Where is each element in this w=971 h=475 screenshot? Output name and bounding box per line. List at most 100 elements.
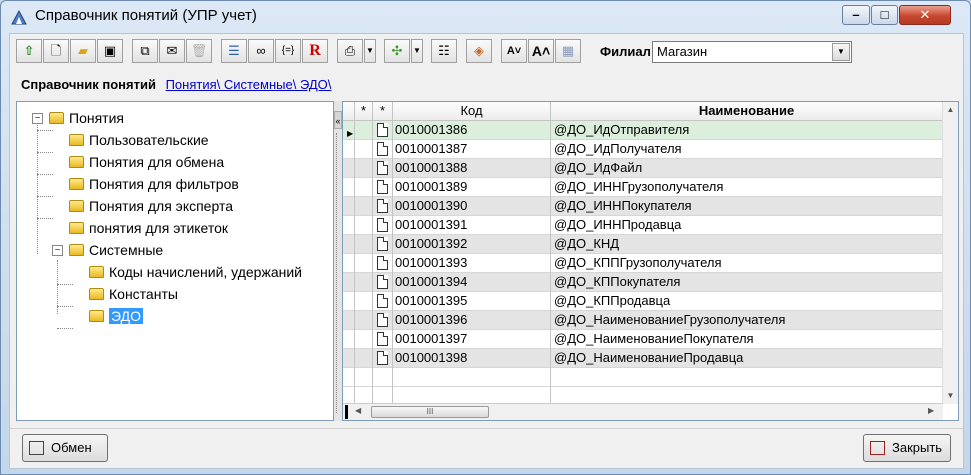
filial-select[interactable]: Магазин ▼ bbox=[652, 41, 852, 63]
table-row[interactable]: ▶ 0010001386 @ДО_ИдОтправителя bbox=[343, 121, 943, 140]
tree-item[interactable]: Понятия для эксперта bbox=[69, 196, 233, 216]
tree-item[interactable]: Пользовательские bbox=[69, 130, 209, 150]
panel-splitter[interactable]: « bbox=[334, 101, 342, 421]
table-row[interactable]: 0010001398 @ДО_НаименованиеПродавца bbox=[343, 349, 943, 368]
cell-star2 bbox=[373, 311, 393, 330]
table-row[interactable]: 0010001397 @ДО_НаименованиеПокупателя bbox=[343, 330, 943, 349]
columns-icon: ☷ bbox=[438, 43, 450, 58]
cell-code[interactable]: 0010001387 bbox=[393, 140, 551, 159]
cell-code[interactable]: 0010001388 bbox=[393, 159, 551, 178]
column-header-code[interactable]: Код bbox=[393, 102, 551, 121]
table-row[interactable]: 0010001387 @ДО_ИдПолучателя bbox=[343, 140, 943, 159]
table-row[interactable]: 0010001394 @ДО_КППокупателя bbox=[343, 273, 943, 292]
cell-code[interactable]: 0010001398 bbox=[393, 349, 551, 368]
table-row[interactable]: 0010001395 @ДО_КППродавца bbox=[343, 292, 943, 311]
tree-item-root[interactable]: Понятия bbox=[49, 108, 124, 128]
tree-item[interactable]: понятия для этикеток bbox=[69, 218, 228, 238]
grid-button[interactable]: ▦ bbox=[555, 39, 581, 63]
tree-item[interactable]: Коды начислений, удержаний bbox=[89, 262, 302, 282]
cell-name[interactable]: @ДО_ИдПолучателя bbox=[551, 140, 943, 159]
plugins-button[interactable]: ✣ bbox=[384, 39, 410, 63]
cell-name[interactable]: @ДО_ИННПокупателя bbox=[551, 197, 943, 216]
print-button[interactable]: ⎙ bbox=[337, 39, 363, 63]
font-smaller-button[interactable]: A˅ bbox=[501, 39, 527, 63]
collapse-icon[interactable]: − bbox=[52, 245, 63, 256]
copy-button[interactable]: ⧉ bbox=[132, 39, 158, 63]
cell-code[interactable]: 0010001389 bbox=[393, 178, 551, 197]
print-dropdown[interactable]: ▼ bbox=[364, 39, 376, 63]
maximize-button[interactable]: □ bbox=[871, 5, 898, 25]
report-button[interactable]: R bbox=[302, 39, 328, 63]
column-header-name[interactable]: Наименование bbox=[551, 102, 943, 121]
cell-name[interactable]: @ДО_КППокупателя bbox=[551, 273, 943, 292]
table-row[interactable]: 0010001391 @ДО_ИННПродавца bbox=[343, 216, 943, 235]
cell-code[interactable]: 0010001391 bbox=[393, 216, 551, 235]
chevron-down-icon: ▼ bbox=[366, 46, 374, 55]
open-button[interactable]: ✉ bbox=[159, 39, 185, 63]
scroll-thumb[interactable]: III bbox=[371, 406, 489, 418]
tree-item[interactable]: Константы bbox=[89, 284, 178, 304]
cell-name[interactable]: @ДО_КППГрузополучателя bbox=[551, 254, 943, 273]
cell-name[interactable]: @ДО_НаименованиеГрузополучателя bbox=[551, 311, 943, 330]
cell-code[interactable]: 0010001396 bbox=[393, 311, 551, 330]
save-button[interactable]: ▣ bbox=[97, 39, 123, 63]
font-larger-button[interactable]: A˄ bbox=[528, 39, 554, 63]
cell-name[interactable]: @ДО_КППродавца bbox=[551, 292, 943, 311]
filial-dropdown-button[interactable]: ▼ bbox=[832, 43, 850, 61]
column-header-star1[interactable]: * bbox=[355, 102, 373, 121]
new-folder-button[interactable]: ▰ bbox=[70, 39, 96, 63]
columns-button[interactable]: ☷ bbox=[431, 39, 457, 63]
folder-icon bbox=[69, 200, 84, 212]
exchange-button[interactable]: Обмен bbox=[22, 434, 108, 462]
exit-icon bbox=[870, 441, 885, 455]
column-header-star2[interactable]: * bbox=[373, 102, 393, 121]
cell-name[interactable]: @ДО_НаименованиеПокупателя bbox=[551, 330, 943, 349]
scroll-up-icon[interactable]: ▲ bbox=[943, 102, 958, 117]
cell-code[interactable]: 0010001386 bbox=[393, 121, 551, 140]
brackets-button[interactable]: {=} bbox=[275, 39, 301, 63]
find-button[interactable]: ∞ bbox=[248, 39, 274, 63]
tree-item[interactable]: Понятия для фильтров bbox=[69, 174, 239, 194]
up-level-button[interactable]: ⇧ bbox=[16, 39, 42, 63]
title-bar[interactable]: Справочник понятий (УПР учет) – □ ✕ bbox=[1, 1, 970, 31]
close-button[interactable]: Закрыть bbox=[863, 434, 951, 462]
tree-item-label: понятия для этикеток bbox=[89, 220, 229, 236]
vertical-scrollbar[interactable]: ▲ ▼ bbox=[942, 102, 958, 404]
table-row[interactable]: 0010001393 @ДО_КППГрузополучателя bbox=[343, 254, 943, 273]
cell-name[interactable]: @ДО_ИННПродавца bbox=[551, 216, 943, 235]
cell-name[interactable]: @ДО_КНД bbox=[551, 235, 943, 254]
minimize-button[interactable]: – bbox=[842, 5, 870, 25]
cell-name[interactable]: @ДО_ИдОтправителя bbox=[551, 121, 943, 140]
table-row[interactable]: 0010001392 @ДО_КНД bbox=[343, 235, 943, 254]
close-window-button[interactable]: ✕ bbox=[899, 5, 951, 25]
cell-name[interactable]: @ДО_ИННГрузополучателя bbox=[551, 178, 943, 197]
cell-code[interactable]: 0010001397 bbox=[393, 330, 551, 349]
new-item-button[interactable]: 🗋 bbox=[43, 39, 69, 63]
list-view-button[interactable]: ☰ bbox=[221, 39, 247, 63]
tree-item-system[interactable]: Системные bbox=[69, 240, 163, 260]
style-button[interactable]: ◈ bbox=[466, 39, 492, 63]
plugins-dropdown[interactable]: ▼ bbox=[411, 39, 423, 63]
table-row[interactable]: 0010001389 @ДО_ИННГрузополучателя bbox=[343, 178, 943, 197]
cell-code[interactable]: 0010001393 bbox=[393, 254, 551, 273]
collapse-panel-icon[interactable]: « bbox=[334, 111, 342, 129]
cell-code[interactable]: 0010001392 bbox=[393, 235, 551, 254]
tree-item-selected[interactable]: ЭДО bbox=[89, 306, 143, 326]
table-row[interactable]: 0010001390 @ДО_ИННПокупателя bbox=[343, 197, 943, 216]
empty-cell bbox=[355, 368, 373, 387]
breadcrumb-path-link[interactable]: Понятия\ Системные\ ЭДО\ bbox=[166, 77, 332, 92]
scroll-left-icon[interactable]: ◀ bbox=[355, 406, 361, 415]
horizontal-scrollbar[interactable]: ◀ III ▶ bbox=[343, 403, 943, 420]
cell-name[interactable]: @ДО_НаименованиеПродавца bbox=[551, 349, 943, 368]
delete-button[interactable]: 🗑 bbox=[186, 39, 212, 63]
cell-code[interactable]: 0010001390 bbox=[393, 197, 551, 216]
table-row[interactable]: 0010001388 @ДО_ИдФайл bbox=[343, 159, 943, 178]
cell-name[interactable]: @ДО_ИдФайл bbox=[551, 159, 943, 178]
tree-item[interactable]: Понятия для обмена bbox=[69, 152, 224, 172]
scroll-down-icon[interactable]: ▼ bbox=[943, 388, 958, 403]
scroll-right-icon[interactable]: ▶ bbox=[928, 406, 934, 415]
collapse-icon[interactable]: − bbox=[32, 113, 43, 124]
cell-code[interactable]: 0010001395 bbox=[393, 292, 551, 311]
table-row[interactable]: 0010001396 @ДО_НаименованиеГрузополучател… bbox=[343, 311, 943, 330]
cell-code[interactable]: 0010001394 bbox=[393, 273, 551, 292]
